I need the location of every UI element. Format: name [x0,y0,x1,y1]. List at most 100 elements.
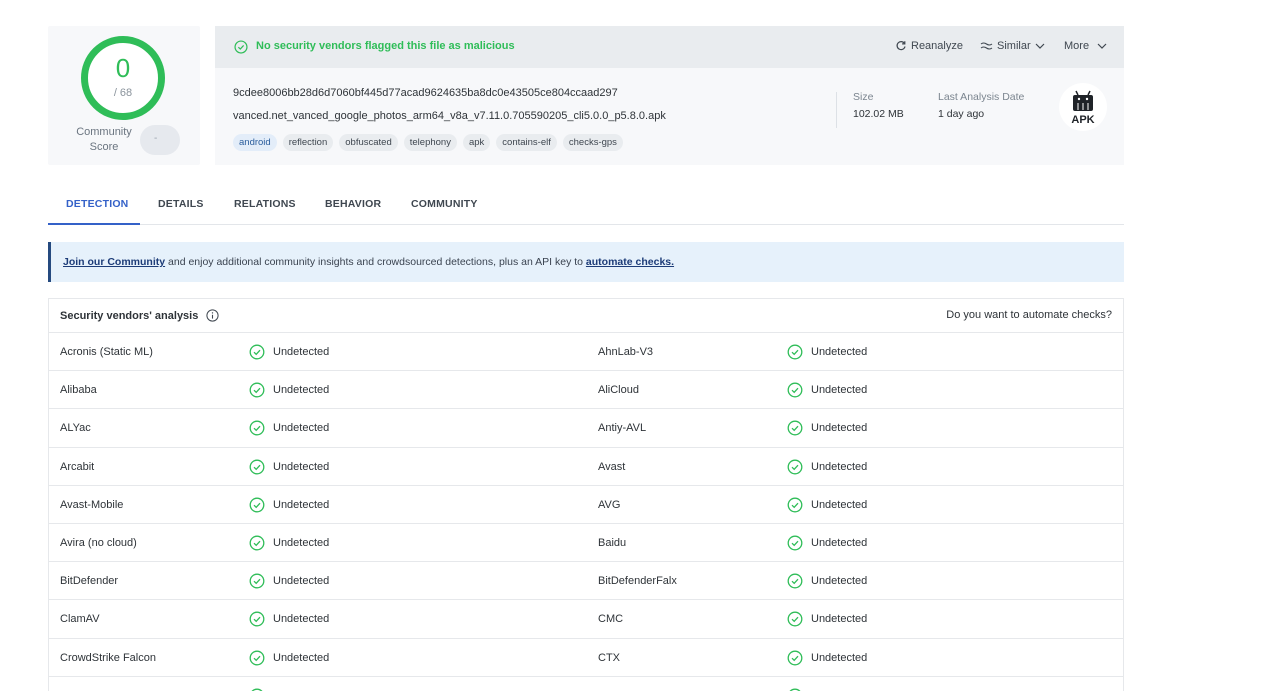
vendor-name: Arcabit [60,460,95,473]
vendor-name: CMC [598,613,624,626]
vendor-status: Undetected [249,344,329,360]
notice-text: Join our Community and enjoy additional … [63,256,674,268]
file-info-card: No security vendors flagged this file as… [215,26,1124,165]
vendor-status: Undetected [249,611,329,627]
status-label: Undetected [811,613,868,626]
vendor-name: ClamAV [60,613,100,626]
vendor-name: CTX [598,651,620,664]
check-circle-icon [787,650,803,665]
tag[interactable]: android [233,134,277,151]
automate-checks-link[interactable]: automate checks. [586,256,674,268]
vendors-title: Security vendors' analysis [60,309,219,322]
vendor-row: BitDefender Undetected BitDefenderFalx Unde… [49,562,1123,601]
vendor-name: AhnLab-V3 [598,346,654,358]
reanalyze-label: Reanalyze [911,40,963,52]
vendor-name: CrowdStrike Falcon [60,651,156,664]
detection-score-card: 0 / 68 Community Score - [48,26,200,165]
tab-community[interactable]: COMMUNITY [411,198,478,210]
chevron-down-icon [1097,43,1107,49]
vendor-name: Alibaba [60,384,97,397]
status-label: Undetected [273,498,330,511]
vendor-status: Undetected [787,611,867,627]
similar-icon [980,42,993,50]
status-label: Undetected [811,346,868,358]
file-hash[interactable]: 9cdee8006bb28d6d7060bf445d77acad9624635b… [233,87,618,99]
check-circle-icon [249,650,265,665]
tag-list: android reflection obfuscated telephony … [233,134,623,151]
vendor-status: Undetected [249,650,329,666]
divider [836,92,837,128]
vendor-status: Undetected [787,459,867,475]
status-label: Undetected [273,460,330,473]
vendor-name: AVG [598,498,621,511]
vendor-name: AliCloud [598,384,639,397]
community-score-dial[interactable]: - [140,125,180,155]
vendor-row: Avast-Mobile Undetected AVG Undetected [49,486,1123,524]
file-type-badge: APK [1059,83,1107,131]
detection-score: 0 [115,53,131,83]
more-button[interactable]: More [1064,40,1107,52]
last-analysis-value: 1 day ago [938,108,985,120]
status-label: Undetected [273,422,330,435]
vendor-status: Undetected [787,382,867,398]
file-type-label: APK [1071,114,1094,126]
tab-bar: DETECTION DETAILS RELATIONS BEHAVIOR COM… [48,187,1124,225]
vendor-name: Antiy-AVL [598,422,647,435]
info-icon[interactable] [206,309,219,322]
vendor-row: ALYac Undetected Antiy-AVL Undetected [49,409,1123,448]
refresh-icon [896,41,906,51]
tag[interactable]: apk [462,134,491,151]
vendors-title-text: Security vendors' analysis [60,309,199,322]
status-label: Undetected [811,384,868,397]
status-label: Undetected [273,651,330,664]
vendor-status: Undetected [249,535,329,551]
tag[interactable]: reflection [282,134,334,151]
status-label: Undetected [811,575,868,588]
vendor-row: Arcabit Undetected Avast Undetected [49,448,1123,486]
tag[interactable]: checks-gps [562,134,623,151]
check-circle-icon [249,611,265,627]
vendor-status: Undetected [787,497,867,513]
check-circle-icon [234,40,248,54]
vendor-status: Undetected [249,382,329,398]
automate-checks-prompt[interactable]: Do you want to automate checks? [946,309,1112,321]
more-label: More [1064,40,1090,52]
check-circle-icon [787,573,803,589]
tab-detection[interactable]: DETECTION [66,198,128,210]
vendor-row: Alibaba Undetected AliCloud Undetected [49,371,1123,410]
vendor-row: Avira (no cloud) Undetected Baidu Undetecte… [49,524,1123,563]
check-circle-icon [249,459,265,475]
status-label: Undetected [273,613,330,626]
vendor-name: BitDefenderFalx [598,575,677,588]
vendor-name: Avast-Mobile [60,498,124,511]
check-circle-icon [249,573,265,589]
tab-details[interactable]: DETAILS [158,198,204,210]
check-circle-icon [787,459,803,475]
community-score-label: Community Score [76,126,132,153]
check-circle-icon [249,344,265,360]
vendor-row [49,677,1123,691]
tag[interactable]: obfuscated [339,134,398,151]
check-circle-icon [787,611,803,627]
check-circle-icon [787,497,803,513]
tab-behavior[interactable]: BEHAVIOR [325,198,381,210]
status-label: Undetected [811,536,868,549]
check-circle-icon [787,344,803,360]
size-value: 102.02 MB [853,108,904,120]
tag[interactable]: telephony [403,134,457,151]
vendor-status: Undetected [249,573,329,589]
similar-button[interactable]: Similar [980,40,1045,52]
vendor-rows: Acronis (Static ML) Undetected AhnLab-V3 Un… [49,333,1123,691]
vendor-name: ALYac [60,422,91,435]
check-circle-icon [249,420,265,436]
status-label: Undetected [273,575,330,588]
check-circle-icon [249,535,265,551]
status-label: Undetected [811,651,868,664]
tag[interactable]: contains-elf [496,134,557,151]
vendor-status: Undetected [787,650,867,666]
tab-relations[interactable]: RELATIONS [234,198,296,210]
join-community-link[interactable]: Join our Community [63,256,165,268]
vendor-status: Undetected [249,459,329,475]
similar-label: Similar [997,40,1031,52]
reanalyze-button[interactable]: Reanalyze [895,40,963,52]
